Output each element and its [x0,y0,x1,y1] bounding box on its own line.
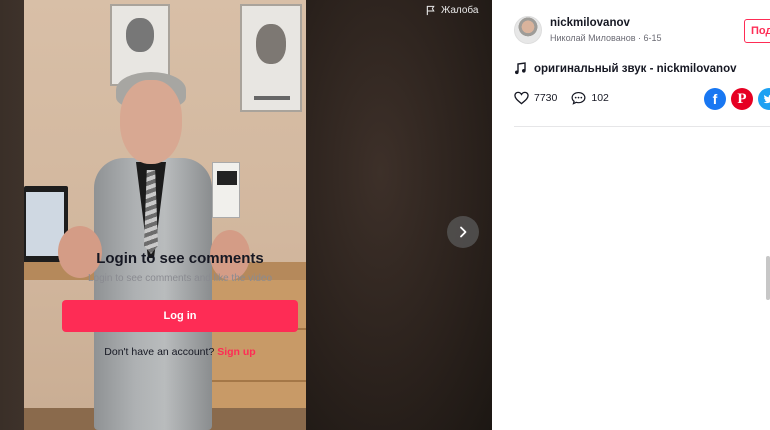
section-divider [514,126,770,127]
author-info[interactable]: nickmilovanov Николай Милованов · 6-15 [514,16,662,44]
share-buttons: f P [704,88,770,110]
next-video-button[interactable] [447,216,479,248]
login-title: Login to see comments [96,250,264,267]
scrollbar[interactable] [766,256,770,300]
engagement-stats: 7730 102 [514,91,623,105]
pinterest-share-icon[interactable]: P [731,88,753,110]
comment-icon [571,91,586,105]
login-button[interactable]: Log in [62,300,298,332]
video-player[interactable]: Жалоба [0,0,492,430]
comment-count: 102 [591,92,609,104]
video-frame[interactable] [24,0,306,430]
wall-portrait-right [240,4,302,112]
signup-prompt: Don't have an account? Sign up [62,346,298,358]
no-account-text: Don't have an account? [104,346,218,358]
twitter-share-icon[interactable] [758,88,770,110]
facebook-share-icon[interactable]: f [704,88,726,110]
follow-button[interactable]: Подписаться [744,19,770,43]
author-text: nickmilovanov Николай Милованов · 6-15 [550,16,662,44]
author-username[interactable]: nickmilovanov [550,16,662,31]
like-button[interactable]: 7730 [514,91,557,105]
report-label: Жалоба [441,4,479,16]
music-link[interactable]: оригинальный звук - nickmilovanov [514,62,737,75]
signup-link[interactable]: Sign up [217,346,256,358]
post-date: 6-15 [643,33,662,43]
flag-icon [426,5,435,15]
info-panel: nickmilovanov Николай Милованов · 6-15 П… [492,0,770,430]
comment-button[interactable]: 102 [571,91,609,105]
chevron-right-icon [460,226,467,238]
video-detail-page: Жалоба nickmilovanov Николай Милованов ·… [0,0,770,430]
heart-icon [514,91,529,105]
login-prompt: Login to see comments Login to see comme… [62,250,298,284]
login-subtitle: Login to see comments and like the video [88,273,272,284]
author-subline: Николай Милованов · 6-15 [550,32,662,44]
music-note-icon [515,62,526,75]
music-label: оригинальный звук - nickmilovanov [534,62,737,75]
report-button[interactable]: Жалоба [426,3,478,17]
like-count: 7730 [534,92,558,104]
video-blur-background [306,0,492,430]
author-display-name: Николай Милованов [550,33,636,43]
avatar[interactable] [514,16,542,44]
